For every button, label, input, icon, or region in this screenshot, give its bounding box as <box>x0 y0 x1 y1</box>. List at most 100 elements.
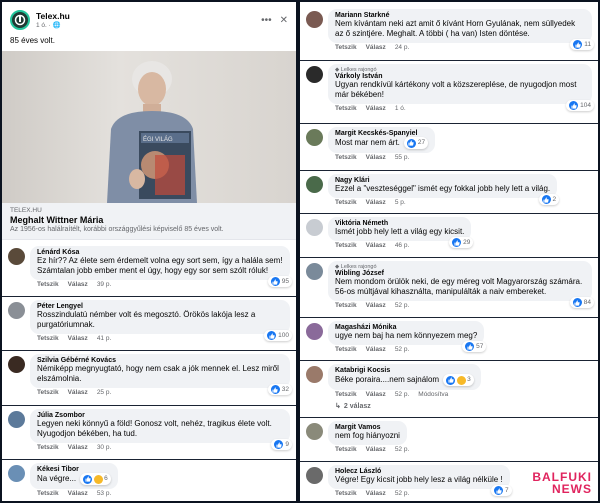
avatar[interactable] <box>306 176 323 193</box>
like-button[interactable]: Tetszik <box>335 490 357 497</box>
reply-button[interactable]: Válasz <box>68 490 88 497</box>
like-button[interactable]: Tetszik <box>37 335 59 342</box>
like-button[interactable]: Tetszik <box>335 154 357 161</box>
commenter-name[interactable]: Szilvia Gébérné Kovács <box>37 357 283 364</box>
commenter-name[interactable]: Holecz László <box>335 468 503 475</box>
telex-logo-icon[interactable] <box>10 10 30 30</box>
reply-button[interactable]: Válasz <box>366 302 386 309</box>
like-button[interactable]: Tetszik <box>335 242 357 249</box>
reply-button[interactable]: Válasz <box>68 389 88 396</box>
reaction-count[interactable]: 9 <box>271 439 292 450</box>
comment-time[interactable]: 52 p. <box>395 490 409 497</box>
reply-button[interactable]: Válasz <box>366 242 386 249</box>
reply-button[interactable]: Válasz <box>366 154 386 161</box>
more-options-icon[interactable]: ••• <box>261 15 272 26</box>
avatar[interactable] <box>8 302 25 319</box>
reply-button[interactable]: Válasz <box>366 199 386 206</box>
like-button[interactable]: Tetszik <box>335 391 357 398</box>
reply-button[interactable]: Válasz <box>366 105 386 112</box>
comment-time[interactable]: 46 p. <box>395 242 409 249</box>
like-icon <box>446 375 456 385</box>
avatar[interactable] <box>306 11 323 28</box>
post-time[interactable]: 1 ó. · 🌐 <box>36 21 253 29</box>
comment-time[interactable]: 52 p. <box>395 302 409 309</box>
commenter-name[interactable]: Mariann Starkné <box>335 12 585 19</box>
like-button[interactable]: Tetszik <box>335 199 357 206</box>
reply-button[interactable]: Válasz <box>68 444 88 451</box>
reaction-count[interactable]: 27 <box>403 137 429 149</box>
commenter-name[interactable]: Nagy Klári <box>335 177 550 184</box>
reaction-count[interactable]: 3 <box>443 374 474 386</box>
commenter-name[interactable]: Margit Vamos <box>335 424 400 431</box>
reaction-count[interactable]: 104 <box>566 100 594 111</box>
commenter-name[interactable]: Kékesi Tibor <box>37 466 111 473</box>
page-name[interactable]: Telex.hu <box>36 11 253 21</box>
reply-button[interactable]: Válasz <box>366 44 386 51</box>
avatar[interactable] <box>8 465 25 482</box>
comment-time[interactable]: 55 p. <box>395 154 409 161</box>
avatar[interactable] <box>306 323 323 340</box>
comment-time[interactable]: 5 p. <box>395 199 406 206</box>
commenter-name[interactable]: Lénárd Kósa <box>37 249 283 256</box>
avatar[interactable] <box>306 423 323 440</box>
commenter-name[interactable]: Várkoly István <box>335 73 585 80</box>
close-icon[interactable]: ✕ <box>280 15 288 26</box>
reaction-count[interactable]: 57 <box>462 341 487 352</box>
reply-button[interactable]: Válasz <box>68 335 88 342</box>
reaction-count[interactable]: 11 <box>570 39 594 50</box>
reaction-count[interactable]: 6 <box>80 473 111 485</box>
post-image[interactable]: ÉGI VILÁG <box>2 51 296 203</box>
avatar[interactable] <box>306 129 323 146</box>
comment-time[interactable]: 30 p. <box>97 444 111 451</box>
like-button[interactable]: Tetszik <box>335 446 357 453</box>
like-button[interactable]: Tetszik <box>335 105 357 112</box>
commenter-name[interactable]: Magasházi Mónika <box>335 324 477 331</box>
reaction-count[interactable]: 32 <box>267 384 292 395</box>
avatar[interactable] <box>306 467 323 484</box>
like-button[interactable]: Tetszik <box>335 44 357 51</box>
commenter-name[interactable]: Viktória Németh <box>335 220 464 227</box>
reaction-count[interactable]: 29 <box>449 237 474 248</box>
reply-button[interactable]: Válasz <box>68 281 88 288</box>
comment-time[interactable]: 39 p. <box>97 281 111 288</box>
avatar[interactable] <box>306 263 323 280</box>
reply-button[interactable]: Válasz <box>366 446 386 453</box>
commenter-name[interactable]: Katabrigi Kocsis <box>335 367 474 374</box>
commenter-name[interactable]: Júlia Zsombor <box>37 412 283 419</box>
comment-time[interactable]: 53 p. <box>97 490 111 497</box>
like-button[interactable]: Tetszik <box>335 302 357 309</box>
like-button[interactable]: Tetszik <box>37 281 59 288</box>
like-button[interactable]: Tetszik <box>37 444 59 451</box>
reaction-count[interactable]: 95 <box>267 276 292 287</box>
commenter-name[interactable]: Wibling József <box>335 270 585 277</box>
reply-button[interactable]: Válasz <box>366 391 386 398</box>
reaction-count[interactable]: 7 <box>491 485 512 496</box>
reply-button[interactable]: Válasz <box>366 490 386 497</box>
like-button[interactable]: Tetszik <box>37 490 59 497</box>
like-button[interactable]: Tetszik <box>335 346 357 353</box>
comment-time[interactable]: 52 p. <box>395 446 409 453</box>
avatar[interactable] <box>8 411 25 428</box>
avatar[interactable] <box>8 248 25 265</box>
view-replies[interactable]: ↳ 2 válasz <box>328 401 592 412</box>
avatar[interactable] <box>306 66 323 83</box>
link-preview[interactable]: TELEX.HU Meghalt Wittner Mária Az 1956-o… <box>2 203 296 240</box>
avatar[interactable] <box>306 219 323 236</box>
reaction-count[interactable]: 100 <box>264 330 292 341</box>
comment-time[interactable]: 1 ó. <box>395 105 406 112</box>
comment-time[interactable]: 25 p. <box>97 389 111 396</box>
comment-time[interactable]: 41 p. <box>97 335 111 342</box>
comment-actions: Tetszik Válasz 24 p. <box>328 43 592 54</box>
reply-button[interactable]: Válasz <box>366 346 386 353</box>
comment-time[interactable]: 24 p. <box>395 44 409 51</box>
reaction-count[interactable]: 84 <box>569 297 594 308</box>
avatar[interactable] <box>306 366 323 383</box>
like-button[interactable]: Tetszik <box>37 389 59 396</box>
comment-time[interactable]: 52 p. <box>395 391 409 398</box>
link-title[interactable]: Meghalt Wittner Mária <box>10 215 288 225</box>
avatar[interactable] <box>8 356 25 373</box>
commenter-name[interactable]: Péter Lengyel <box>37 303 283 310</box>
reaction-count[interactable]: 2 <box>538 194 560 205</box>
comment-time[interactable]: 52 p. <box>395 346 409 353</box>
commenter-name[interactable]: Margit Kecskés-Spanyiel <box>335 130 428 137</box>
